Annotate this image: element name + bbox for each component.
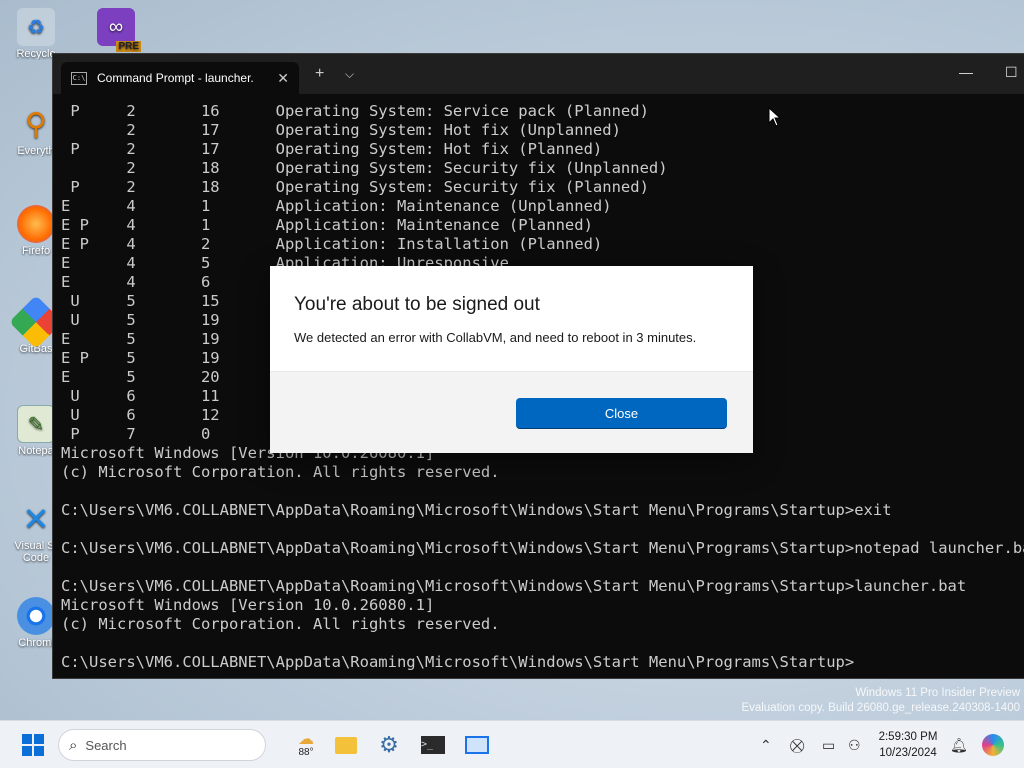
- settings-button[interactable]: ⚙: [375, 729, 403, 761]
- close-button[interactable]: Close: [516, 398, 727, 429]
- chromium-icon: [17, 597, 55, 635]
- evaluation-watermark: Windows 11 Pro Insider Preview Evaluatio…: [741, 687, 1020, 714]
- dialog-message: We detected an error with CollabVM, and …: [294, 330, 697, 345]
- console-line: C:\Users\VM6.COLLABNET\AppData\Roaming\M…: [61, 539, 1024, 557]
- tab-title: Command Prompt - launcher.: [97, 71, 254, 85]
- firefox-icon: [17, 205, 55, 243]
- window-app-icon: [465, 736, 489, 754]
- maximize-button[interactable]: ☐: [1005, 64, 1018, 81]
- console-line: (c) Microsoft Corporation. All rights re…: [61, 463, 500, 481]
- console-line: P 2 16 Operating System: Service pack (P…: [61, 102, 649, 120]
- terminal-taskbar-button[interactable]: >_: [419, 729, 447, 761]
- copilot-preview-icon: [982, 734, 1004, 756]
- console-line: (c) Microsoft Corporation. All rights re…: [61, 615, 500, 633]
- sign-out-dialog: You're about to be signed out We detecte…: [270, 266, 753, 453]
- new-tab-button[interactable]: +: [315, 66, 324, 82]
- network-disconnected-icon[interactable]: ⛒: [790, 737, 804, 754]
- folder-icon: [335, 736, 357, 754]
- console-line: C:\Users\VM6.COLLABNET\AppData\Roaming\M…: [61, 653, 855, 671]
- console-line: P 2 17 Operating System: Hot fix (Planne…: [61, 140, 603, 158]
- search-icon: ⌕: [69, 736, 78, 754]
- display-icon[interactable]: ▭: [822, 737, 835, 754]
- console-line: 2 18 Operating System: Security fix (Unp…: [61, 159, 668, 177]
- tab-dropdown-button[interactable]: ⌵: [345, 66, 354, 82]
- console-line: E 4 1 Application: Maintenance (Unplanne…: [61, 197, 612, 215]
- console-line: E P 4 1 Application: Maintenance (Planne…: [61, 216, 593, 234]
- start-button[interactable]: [18, 729, 48, 761]
- console-line: E P 4 2 Application: Installation (Plann…: [61, 235, 603, 253]
- tab-close-icon[interactable]: ✕: [277, 70, 289, 87]
- console-line: C:\Users\VM6.COLLABNET\AppData\Roaming\M…: [61, 501, 892, 519]
- terminal-titlebar[interactable]: C:\ Command Prompt - launcher. ✕ + ⌵ — ☐: [53, 54, 1024, 94]
- show-hidden-icons-chevron-up-icon[interactable]: ⌃: [760, 737, 772, 754]
- weather-cloud-icon: ☁: [298, 730, 314, 748]
- gear-icon: ⚙: [379, 732, 399, 757]
- vscode-icon: ✕: [22, 501, 50, 537]
- recycle-bin-icon: ♻: [17, 8, 55, 46]
- accessibility-icon[interactable]: ⚇: [848, 737, 861, 754]
- minimize-button[interactable]: —: [959, 64, 973, 80]
- weather-widget[interactable]: ☁ 88°: [288, 729, 324, 761]
- console-line: 2 17 Operating System: Hot fix (Unplanne…: [61, 121, 621, 139]
- taskbar: ⌕ Search ☁ 88° ⚙ >_ ⌃ ⛒ ▭ ⚇ 2:59:30 PM 1…: [0, 720, 1024, 768]
- console-line: P 2 18 Operating System: Security fix (P…: [61, 178, 649, 196]
- dialog-title: You're about to be signed out: [294, 294, 540, 315]
- copilot-button[interactable]: [980, 729, 1006, 761]
- system-clock[interactable]: 2:59:30 PM 10/23/2024: [872, 729, 944, 761]
- dialog-footer: Close: [270, 371, 753, 453]
- terminal-tab[interactable]: C:\ Command Prompt - launcher. ✕: [61, 62, 299, 94]
- notepad-icon: ✎: [17, 405, 55, 443]
- visual-studio-preview-icon: ∞ PRE: [97, 8, 141, 52]
- console-line: Microsoft Windows [Version 10.0.26080.1]: [61, 596, 435, 614]
- notification-bell-icon[interactable]: 🔔︎: [950, 737, 968, 754]
- console-line: C:\Users\VM6.COLLABNET\AppData\Roaming\M…: [61, 577, 967, 595]
- terminal-icon: >_: [421, 736, 445, 754]
- file-explorer-button[interactable]: [332, 729, 360, 761]
- mouse-cursor-icon: [768, 107, 782, 127]
- desktop-icon-visual-studio-preview[interactable]: ∞ PRE: [90, 8, 142, 52]
- command-prompt-icon: C:\: [71, 71, 87, 85]
- taskbar-search[interactable]: ⌕ Search: [58, 729, 266, 761]
- windows-logo-icon: [22, 734, 44, 756]
- everything-search-icon: ⚲: [25, 107, 47, 141]
- app-taskbar-button[interactable]: [463, 729, 491, 761]
